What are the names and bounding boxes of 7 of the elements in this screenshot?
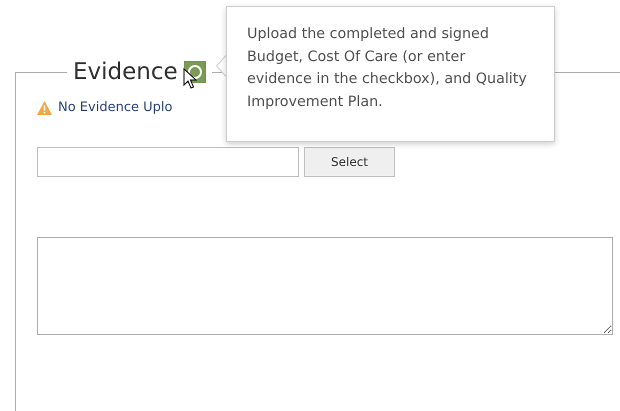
warning-icon — [37, 100, 52, 114]
section-title: Evidence — [73, 58, 178, 87]
warning-message: No Evidence Uplo — [58, 100, 172, 115]
text-area[interactable] — [37, 237, 613, 335]
select-button[interactable]: Select — [304, 147, 395, 177]
tooltip-text: Upload the completed and signed Budget, Cost Of Care (or enter evidence in the checkbox), and Quality Improvement Plan. — [247, 25, 528, 112]
file-name-field[interactable] — [37, 147, 299, 177]
